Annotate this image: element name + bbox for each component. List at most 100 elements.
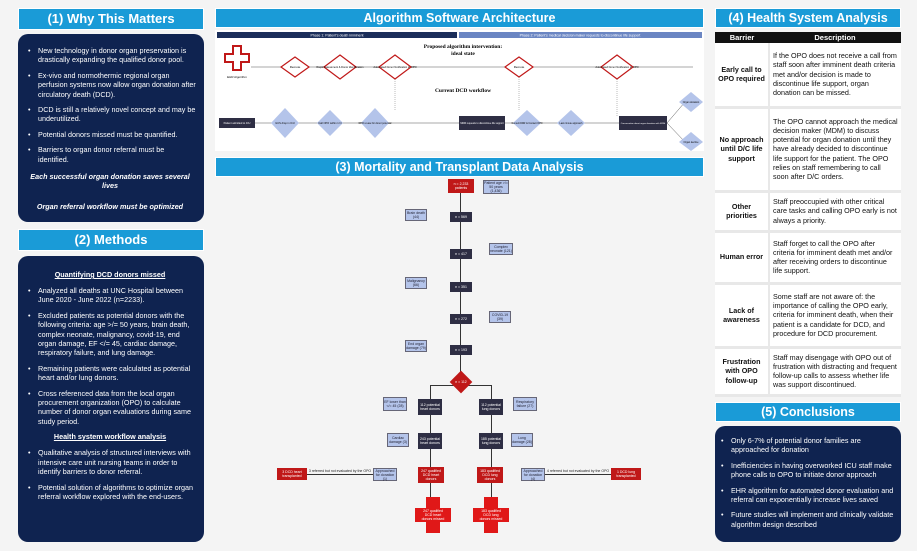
flow-box-malignancy: Malignancy (66) bbox=[405, 277, 427, 289]
arch-heading1b: ideal state bbox=[451, 51, 475, 57]
red-cross-icon bbox=[224, 45, 250, 71]
flow-box-lung-damage: Lung damage (28) bbox=[511, 433, 533, 447]
methods-bullet: Remaining patients were calculated as po… bbox=[24, 364, 196, 383]
why-tagline-workflow: Organ referral workflow must be optimize… bbox=[36, 202, 184, 212]
flow-box-total: n = 2,233 patients bbox=[448, 179, 474, 193]
why-bullet-list: New technology in donor organ preservati… bbox=[24, 46, 196, 164]
why-bullet: Barriers to organ donor referral must be… bbox=[24, 145, 196, 164]
arch-node-donation: Organ donation bbox=[683, 101, 700, 104]
flow-label-n112: n = 112 bbox=[455, 380, 467, 384]
arch-phase2: Phase 2: Patient's medical decision make… bbox=[520, 34, 641, 38]
arch-node-remote-1: Remote bbox=[290, 65, 301, 69]
flow-box-cardiac: Cardiac damage (3) bbox=[387, 433, 409, 447]
conc-title: (5) Conclusions bbox=[715, 402, 901, 422]
table-row: Other priorities Staff preoccupied with o… bbox=[715, 191, 901, 233]
arch-node-rapid: Rapid Assessment & Donor Identification bbox=[317, 65, 365, 69]
flow-box-pot-lung-112: 112 potential lung donors bbox=[479, 399, 503, 415]
barrier-cell: Other priorities bbox=[715, 191, 770, 233]
why-bullet: DCD is still a relatively novel concept … bbox=[24, 105, 196, 124]
barrier-cell: Frustration with OPO follow-up bbox=[715, 347, 770, 397]
arch-node-dhr: DHR review for donor potential bbox=[359, 122, 392, 125]
methods-bullet: Qualitative analysis of structured inter… bbox=[24, 448, 196, 476]
flow-box-covid: COVID-19 (39) bbox=[489, 311, 511, 323]
methods-bullet: Analyzed all deaths at UNC Hospital betw… bbox=[24, 286, 196, 305]
flow-box-dcd-heart-tx: 3 DCD heart transplanted bbox=[277, 468, 307, 480]
arch-heading2: Current DCD workflow bbox=[435, 88, 491, 94]
arch-node-ehr: EHR Algorithm bbox=[227, 75, 247, 79]
arch-node-remote-2: Remote bbox=[514, 65, 525, 69]
arch-heading1: Proposed algorithm intervention: bbox=[424, 44, 503, 50]
why-bullet: Ex-vivo and normothermic regional organ … bbox=[24, 71, 196, 99]
barrier-cell: Human error bbox=[715, 231, 770, 285]
flow-box-brain-death: Brain death (44) bbox=[405, 209, 427, 221]
arch-node-icu: Patient admitted to ICU bbox=[224, 121, 251, 125]
conc-bullet-list: Only 6-7% of potential donor families ar… bbox=[717, 436, 895, 529]
why-panel: New technology in donor organ preservati… bbox=[18, 34, 204, 222]
why-tagline-lives: Each successful organ donation saves sev… bbox=[30, 172, 190, 191]
flow-box-end-organ: End organ damage (79) bbox=[405, 340, 427, 352]
methods-subtitle-dcd: Quantifying DCD donors missed bbox=[54, 270, 166, 279]
methods-bullet-list-1: Analyzed all deaths at UNC Hospital betw… bbox=[24, 286, 196, 426]
description-cell: Staff forget to call the OPO after crite… bbox=[769, 231, 901, 285]
arch-node-approach: Last minute approach bbox=[560, 122, 584, 125]
mort-title: (3) Mortality and Transplant Data Analys… bbox=[215, 157, 704, 177]
table-row: Human error Staff forget to call the OPO … bbox=[715, 231, 901, 285]
methods-bullet: Cross referenced data from the local org… bbox=[24, 389, 196, 427]
description-cell: If the OPO does not receive a call from … bbox=[769, 43, 901, 109]
health-col-barrier: Barrier bbox=[715, 32, 769, 43]
table-row: Frustration with OPO follow-up Staff may … bbox=[715, 347, 901, 397]
flow-box-approach-4: Approached for donation (4) bbox=[521, 468, 545, 481]
description-cell: Staff preoccupied with other critical ca… bbox=[769, 191, 901, 233]
flow-label-missed-heart: 247 qualified DCD heart donors missed bbox=[421, 509, 445, 521]
arch-node-gcs: GCS drop in ICU bbox=[275, 121, 295, 125]
arch-node-notify-2: Automated Donor Notification to OPO bbox=[595, 65, 638, 69]
arch-node-call: Call OPO within 1 hr bbox=[318, 121, 342, 125]
health-col-description: Description bbox=[769, 32, 901, 43]
barrier-cell: Early call to OPO required bbox=[715, 43, 770, 109]
arch-node-mdm: MDM requests to discontinue life support bbox=[460, 122, 504, 125]
flow-note-left: 3 referred but not evaluated by the OPO bbox=[308, 469, 372, 473]
why-bullet: New technology in donor organ preservati… bbox=[24, 46, 196, 65]
conclusion-bullet: EHR algorithm for automated donor evalua… bbox=[717, 486, 895, 505]
health-table-wrap: Barrier Description Early call to OPO re… bbox=[715, 32, 901, 397]
flow-box-ef: EF lower than </= 45 (28) bbox=[383, 397, 407, 411]
flow-box-n417: n = 417 bbox=[450, 249, 472, 259]
methods-panel: Quantifying DCD donors missed Analyzed a… bbox=[18, 256, 204, 542]
arch-node-decline: Organ decline bbox=[684, 141, 700, 144]
flow-box-pot-heart-112: 112 potential heart donors bbox=[418, 399, 442, 415]
table-row: Early call to OPO required If the OPO doe… bbox=[715, 43, 901, 109]
flow-box-qual-heart: 247 qualified DCD heart donors bbox=[418, 467, 444, 483]
description-cell: Some staff are not aware of: the importa… bbox=[769, 283, 901, 349]
methods-title: (2) Methods bbox=[18, 229, 204, 251]
flow-box-resp: Respiratory failure (27) bbox=[513, 397, 537, 411]
mort-flowchart: n = 2,233 patients Patient age >/= 50 ye… bbox=[215, 179, 704, 551]
methods-bullet: Potential solution of algorithms to opti… bbox=[24, 483, 196, 502]
flow-box-pot-lung-185: 185 potential lung donors bbox=[479, 433, 503, 449]
barrier-cell: No approach until D/C life support bbox=[715, 107, 770, 193]
table-row: No approach until D/C life support The OP… bbox=[715, 107, 901, 193]
description-cell: Staff may disengage with OPO out of frus… bbox=[769, 347, 901, 397]
flow-label-missed-lung: 183 qualified DCD lung donors missed bbox=[479, 509, 503, 521]
flow-box-neonate: Complex neonate (121) bbox=[489, 243, 513, 255]
flow-box-n569: n = 569 bbox=[450, 212, 472, 222]
methods-bullet: Excluded patients as potential donors wi… bbox=[24, 311, 196, 358]
flow-box-n193: n = 193 bbox=[450, 345, 472, 355]
flow-note-right: 4 referred but not evaluated by the OPO bbox=[546, 469, 610, 473]
arch-node-conversation: Conversation about organ donation with M… bbox=[621, 122, 666, 125]
description-cell: The OPO cannot approach the medical deci… bbox=[769, 107, 901, 193]
flow-box-n351: n = 351 bbox=[450, 282, 472, 292]
conclusion-bullet: Future studies will implement and clinic… bbox=[717, 510, 895, 529]
flow-box-n272: n = 272 bbox=[450, 314, 472, 324]
arch-diagram: Phase 1: Patient's death imminent Phase … bbox=[215, 30, 704, 151]
why-title: (1) Why This Matters bbox=[18, 8, 204, 30]
barrier-cell: Lack of awareness bbox=[715, 283, 770, 349]
flow-box-dcd-lung-tx: 1 DCD lung transplanted bbox=[611, 468, 641, 480]
flow-box-pot-heart-243: 243 potential heart donors bbox=[418, 433, 442, 449]
conclusion-bullet: Inefficiencies in having overworked ICU … bbox=[717, 461, 895, 480]
why-bullet: Potential donors missed must be quantifi… bbox=[24, 130, 196, 140]
conclusion-bullet: Only 6-7% of potential donor families ar… bbox=[717, 436, 895, 455]
methods-bullet-list-2: Qualitative analysis of structured inter… bbox=[24, 448, 196, 501]
arch-node-notify-1: Automated Donor Notification to OPO bbox=[373, 65, 416, 69]
arch-phase1: Phase 1: Patient's death imminent bbox=[310, 34, 363, 38]
health-table: Barrier Description Early call to OPO re… bbox=[715, 32, 901, 397]
